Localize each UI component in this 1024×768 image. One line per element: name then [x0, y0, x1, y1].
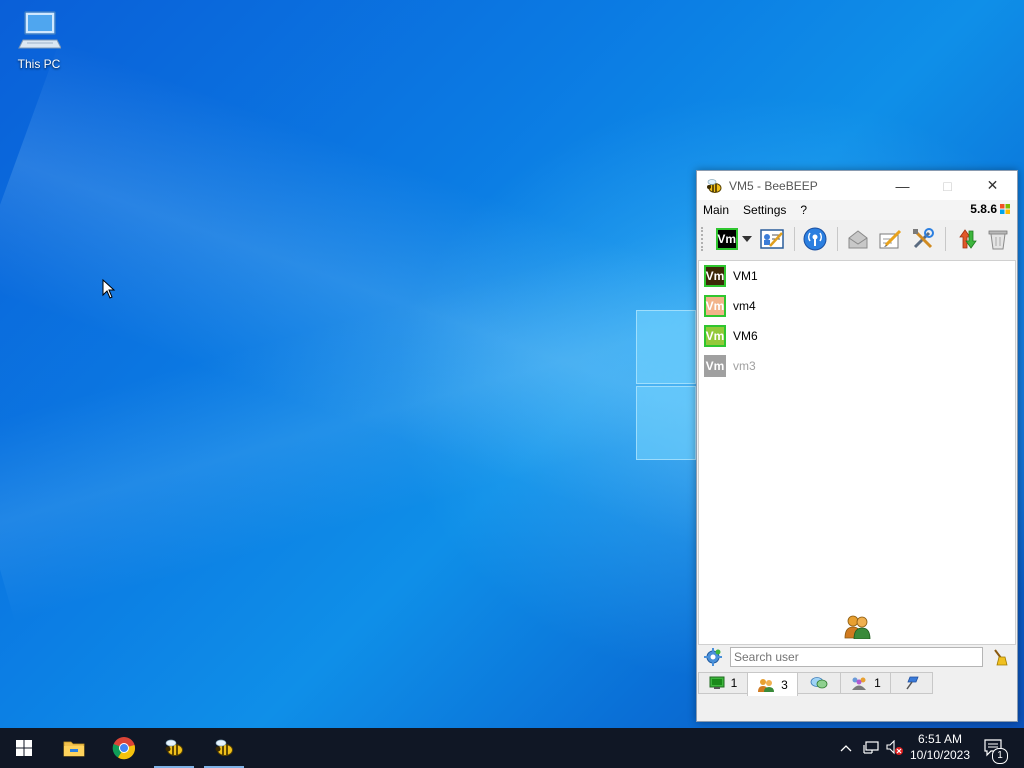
tab-count: 1 — [874, 676, 881, 690]
user-row-vm6[interactable]: Vm VM6 — [699, 321, 1015, 351]
users-icon — [758, 678, 775, 692]
start-button[interactable] — [0, 728, 48, 768]
windows-flag-icon — [1000, 204, 1010, 214]
volume-muted-icon — [886, 740, 903, 755]
search-user-input[interactable] — [730, 647, 983, 667]
tab-pins[interactable] — [890, 672, 933, 694]
toolbar-separator — [944, 227, 946, 251]
user-name: VM6 — [733, 329, 758, 343]
notification-count-badge: 1 — [992, 748, 1008, 764]
write-icon — [879, 229, 902, 249]
toolbar-separator — [794, 227, 796, 251]
show-hidden-icons-button[interactable] — [836, 728, 856, 768]
taskbar-file-explorer[interactable] — [50, 728, 98, 768]
user-avatar: Vm — [704, 355, 726, 377]
tools-button[interactable] — [909, 225, 937, 253]
chrome-icon — [112, 737, 136, 760]
gear-icon[interactable] — [704, 648, 722, 666]
update-icon — [958, 229, 977, 249]
tab-groups[interactable]: 1 — [840, 672, 891, 694]
status-dropdown-button[interactable]: Vm — [714, 225, 754, 253]
menu-settings[interactable]: Settings — [743, 203, 786, 217]
volume-tray-button[interactable] — [884, 728, 906, 768]
trash-button[interactable] — [984, 225, 1012, 253]
user-name: vm4 — [733, 299, 756, 313]
user-avatar: Vm — [704, 295, 726, 317]
version-text: 5.8.6 — [970, 202, 997, 216]
taskbar-chrome[interactable] — [100, 728, 148, 768]
user-avatar: Vm — [704, 265, 726, 287]
user-list: Vm VM1 Vm vm4 Vm VM6 Vm vm3 — [698, 260, 1016, 645]
start-icon — [16, 740, 32, 756]
file-explorer-icon — [63, 741, 85, 757]
menu-bar: Main Settings ? 5.8.6 — [697, 200, 1017, 220]
search-bar — [698, 643, 1014, 671]
toolbar-grip[interactable] — [701, 227, 706, 251]
bee-icon — [707, 178, 722, 193]
computer-icon — [18, 11, 62, 49]
close-button[interactable]: ✕ — [970, 171, 1015, 200]
title-bar[interactable]: VM5 - BeeBEEP — □ ✕ — [697, 171, 1017, 200]
tools-icon — [912, 228, 934, 249]
minimize-button[interactable]: — — [880, 171, 925, 200]
beebeep-window: VM5 - BeeBEEP — □ ✕ Main Settings ? 5.8.… — [696, 170, 1018, 722]
user-row-vm3[interactable]: Vm vm3 — [699, 351, 1015, 381]
network-icon — [803, 227, 827, 251]
bottom-tabs: 1 3 1 — [698, 672, 933, 696]
network-button[interactable] — [801, 225, 829, 253]
clear-search-icon[interactable] — [991, 648, 1009, 666]
maximize-button[interactable]: □ — [925, 171, 970, 200]
notification-center-button[interactable]: 1 — [980, 728, 1008, 768]
chat-icon — [810, 677, 828, 689]
status-badge: Vm — [715, 228, 738, 250]
user-name: vm3 — [733, 359, 756, 373]
user-row-vm1[interactable]: Vm VM1 — [699, 261, 1015, 291]
desktop-icon-label: This PC — [17, 57, 61, 71]
menu-help[interactable]: ? — [800, 203, 807, 217]
beebeep-icon — [165, 739, 183, 756]
update-button[interactable] — [952, 225, 980, 253]
network-tray-icon — [863, 741, 879, 754]
clock-date: 10/10/2023 — [909, 748, 971, 762]
user-avatar: Vm — [704, 325, 726, 347]
version-label: 5.8.6 — [970, 202, 1011, 216]
tab-count: 3 — [781, 677, 788, 692]
toolbar-separator — [836, 227, 838, 251]
mouse-cursor-icon — [102, 279, 116, 299]
message-button[interactable] — [844, 225, 872, 253]
pin-icon — [905, 676, 919, 690]
taskbar: 6:51 AM 10/10/2023 1 — [0, 728, 1024, 768]
user-name: VM1 — [733, 269, 758, 283]
groups-icon — [852, 677, 867, 690]
profile-icon — [760, 229, 785, 249]
trash-icon — [988, 230, 1008, 250]
chevron-up-icon — [840, 745, 852, 752]
profile-button[interactable] — [758, 225, 786, 253]
tab-users[interactable]: 3 — [747, 672, 798, 696]
window-title: VM5 - BeeBEEP — [729, 178, 818, 193]
write-button[interactable] — [876, 225, 904, 253]
tab-chats[interactable] — [797, 672, 841, 694]
clock-time: 6:51 AM — [917, 732, 963, 746]
chevron-down-icon — [741, 236, 752, 242]
toolbar: Vm — [697, 220, 1017, 258]
tab-computers[interactable]: 1 — [698, 672, 748, 694]
system-clock[interactable]: 6:51 AM 10/10/2023 — [904, 731, 976, 763]
tab-count: 1 — [730, 676, 738, 690]
user-row-vm4[interactable]: Vm vm4 — [699, 291, 1015, 321]
users-group-icon — [844, 615, 871, 639]
desktop-icon-this-pc[interactable]: This PC — [10, 8, 68, 71]
taskbar-beebeep-2[interactable] — [200, 728, 248, 768]
menu-main[interactable]: Main — [703, 203, 729, 217]
wallpaper-windows-logo — [636, 310, 696, 460]
computer-green-icon — [709, 676, 725, 689]
beebeep-icon — [215, 739, 233, 756]
network-tray-button[interactable] — [860, 728, 882, 768]
message-icon — [848, 230, 868, 249]
taskbar-beebeep-1[interactable] — [150, 728, 198, 768]
